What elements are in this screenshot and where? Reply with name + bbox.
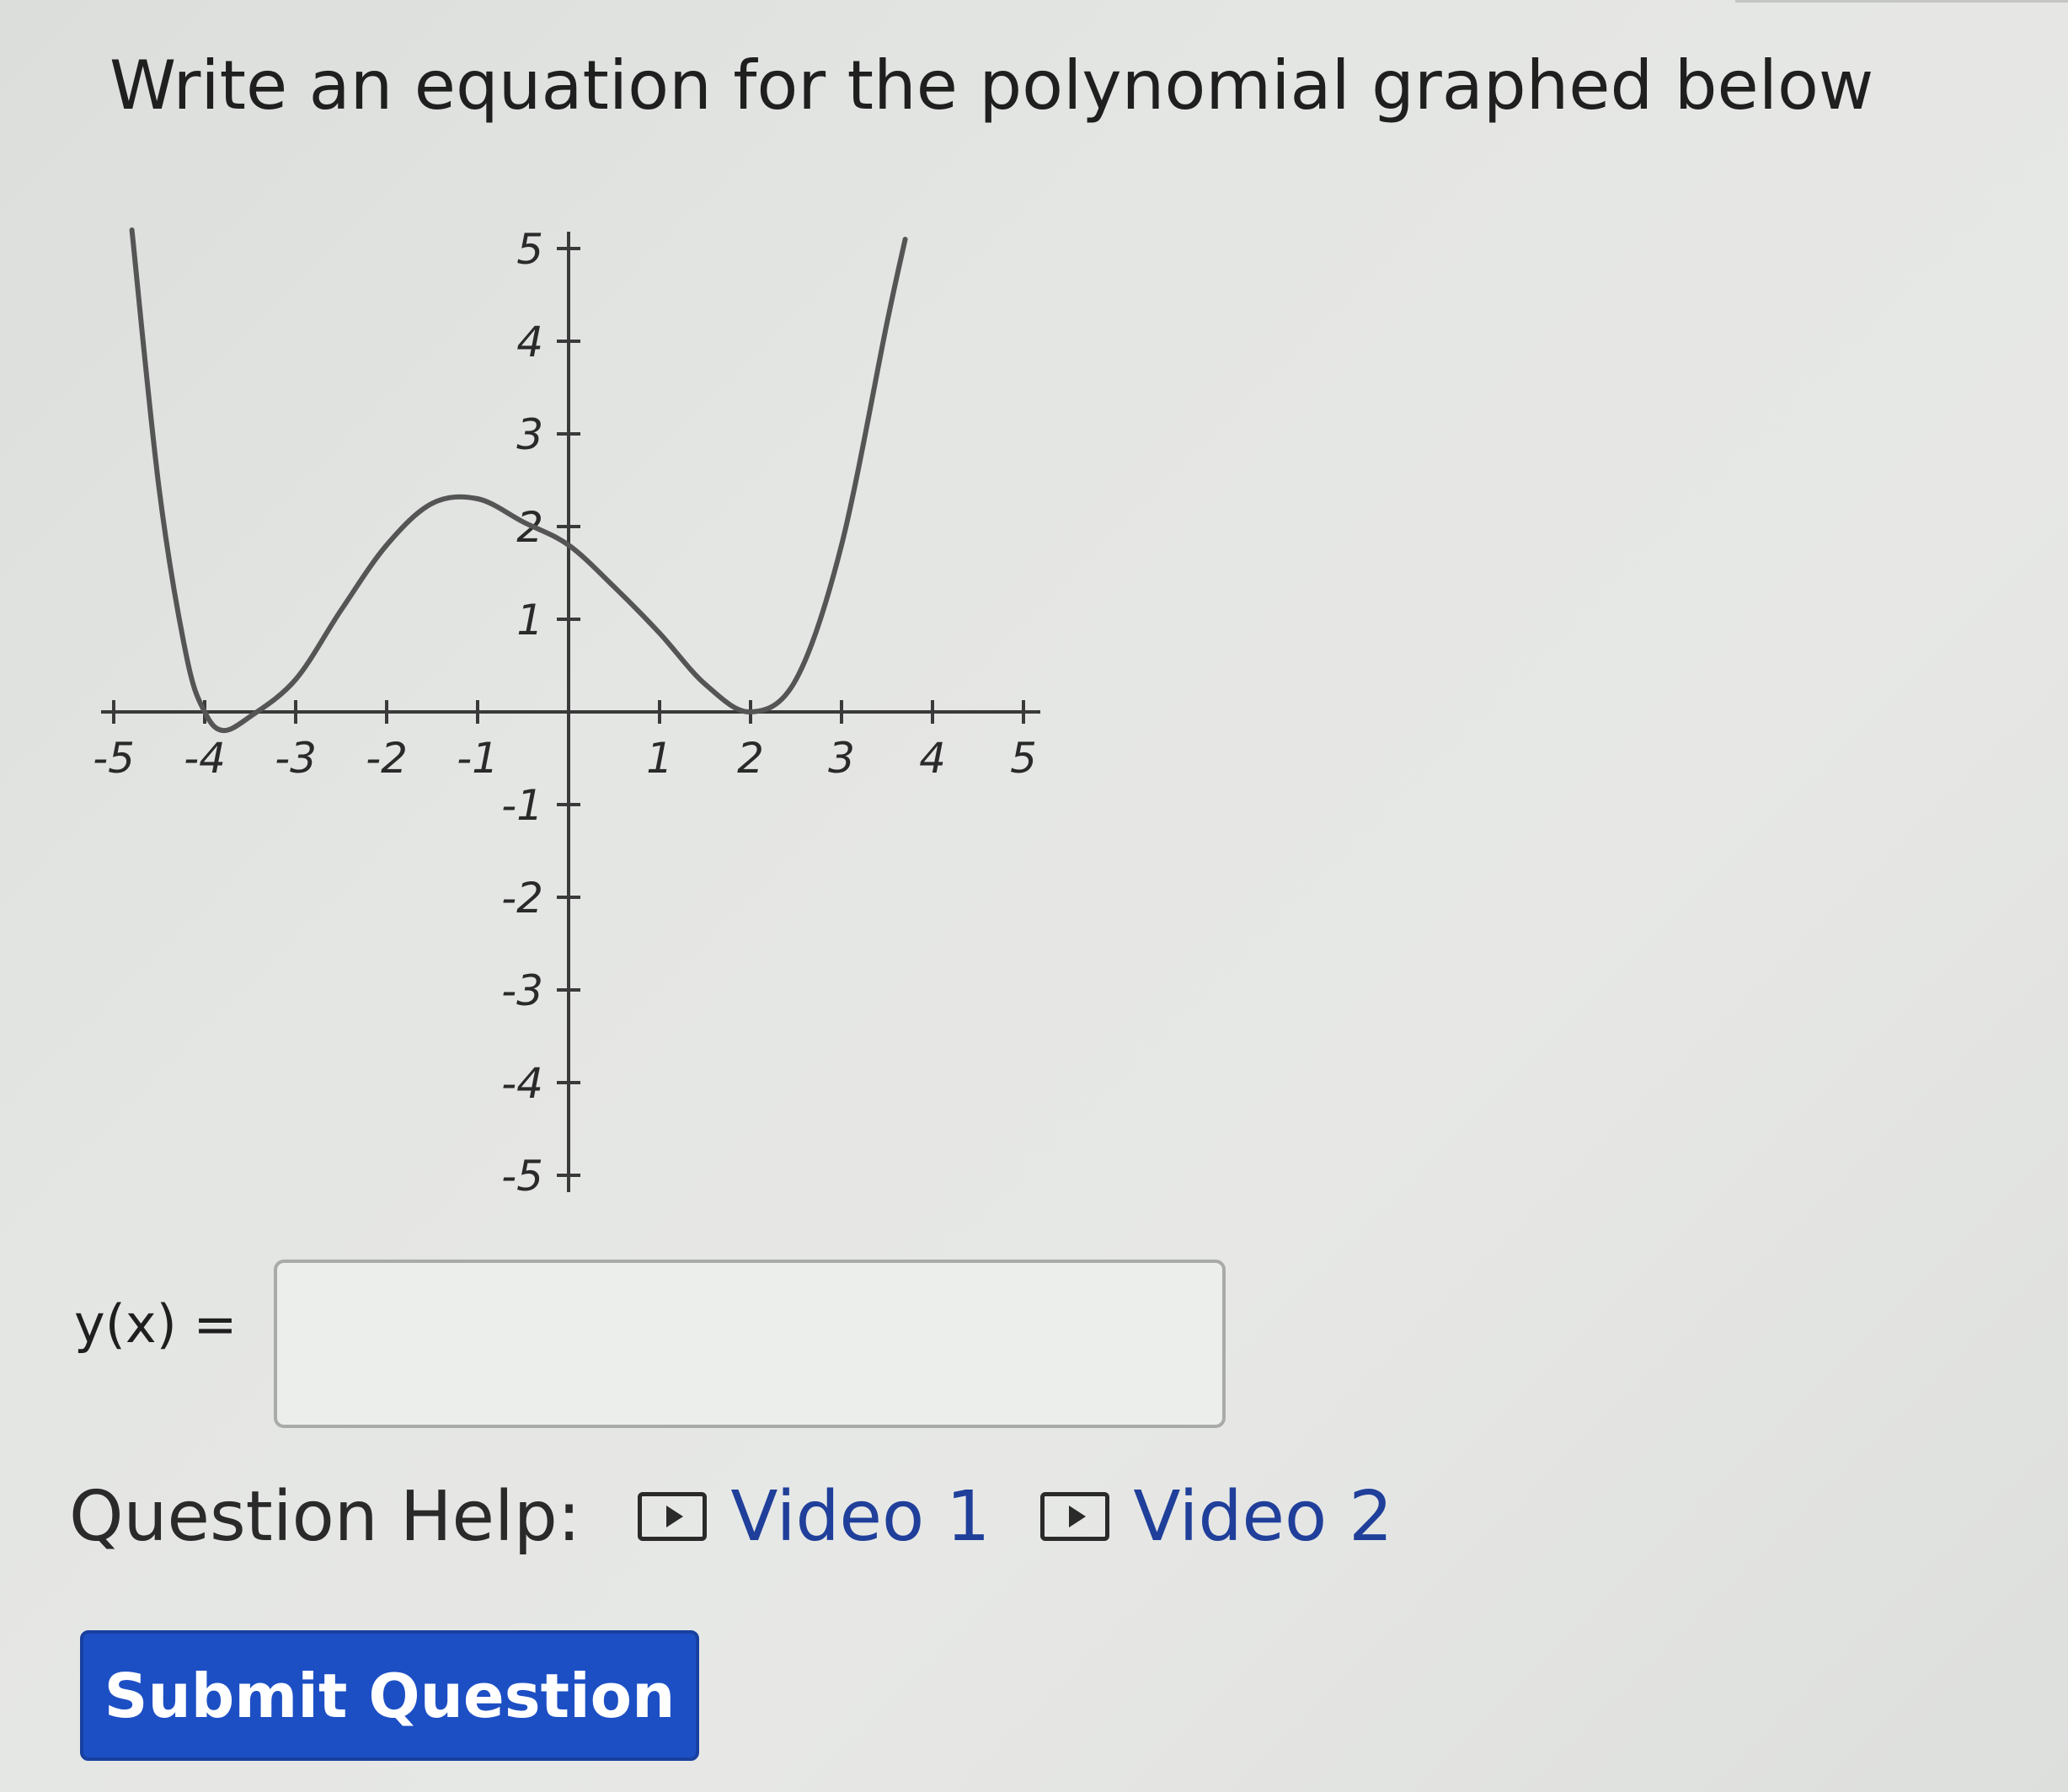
- y-tick-label: -4: [501, 1059, 543, 1108]
- y-tick-label: -5: [501, 1152, 543, 1201]
- polynomial-graph: -5 -4 -3 -2 -1 1 2 3 4 5 -5 -4 -3 -2 -1 1 2 3 4 5: [80, 181, 1114, 1359]
- answer-input[interactable]: [274, 1260, 1226, 1428]
- submit-question-button[interactable]: Submit Question: [80, 1630, 699, 1761]
- video-1-label: Video 1: [730, 1476, 991, 1557]
- polynomial-curve: [129, 227, 908, 734]
- y-tick-label: 1: [516, 596, 543, 645]
- x-tick-label: -5: [93, 734, 135, 783]
- y-tick-label: 3: [516, 410, 543, 459]
- answer-label: y(x) =: [74, 1293, 238, 1355]
- video-1-link[interactable]: Video 1: [638, 1477, 990, 1557]
- y-tick-label: -2: [501, 874, 543, 923]
- x-tick-label: -4: [184, 734, 226, 783]
- y-tick-label: -3: [501, 966, 543, 1015]
- x-tick-label: 4: [919, 734, 946, 783]
- x-tick-label: 2: [737, 734, 764, 783]
- x-tick-label: 1: [646, 734, 673, 783]
- x-tick-label: -2: [366, 734, 408, 783]
- y-tick-label: 5: [516, 225, 543, 274]
- play-icon: [638, 1492, 708, 1541]
- graph-svg: -5 -4 -3 -2 -1 1 2 3 4 5-5-4-3-2-112345: [93, 225, 1040, 1201]
- y-tick-label: -1: [501, 781, 543, 830]
- x-tick-label: 3: [828, 734, 855, 783]
- video-2-label: Video 2: [1133, 1476, 1393, 1557]
- video-2-link[interactable]: Video 2: [1040, 1477, 1392, 1557]
- top-divider: [1735, 0, 2068, 3]
- x-tick-label: -3: [275, 734, 317, 783]
- x-tick-label: -1: [457, 734, 499, 783]
- question-help: Question Help: Video 1 Video 2: [69, 1470, 1443, 1563]
- x-tick-label: 5: [1010, 734, 1037, 783]
- question-help-label: Question Help:: [69, 1476, 581, 1557]
- y-tick-label: 4: [516, 318, 543, 366]
- question-title: Write an equation for the polynomial gra…: [110, 46, 1874, 125]
- play-icon: [1040, 1492, 1110, 1541]
